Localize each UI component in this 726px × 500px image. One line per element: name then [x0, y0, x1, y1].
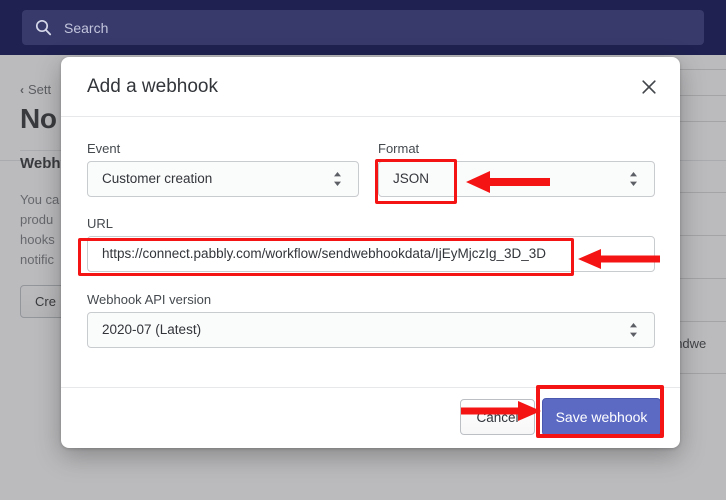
chevron-updown-icon — [333, 171, 342, 187]
top-navigation-bar — [0, 0, 726, 55]
modal-title: Add a webhook — [87, 76, 218, 97]
modal-header: Add a webhook — [61, 57, 680, 117]
format-select[interactable]: JSON — [378, 161, 655, 197]
format-label: Format — [378, 141, 420, 156]
event-select[interactable]: Customer creation — [87, 161, 359, 197]
search-bar[interactable] — [22, 10, 704, 45]
url-label: URL — [87, 216, 114, 231]
close-icon[interactable] — [636, 74, 662, 100]
search-icon — [35, 19, 52, 36]
screen: ‹ Sett No Webh You ca produ hooks notific… — [0, 0, 726, 500]
add-webhook-modal: Add a webhook Event Customer creation Fo… — [61, 57, 680, 448]
api-version-select[interactable]: 2020-07 (Latest) — [87, 312, 655, 348]
event-label: Event — [87, 141, 121, 156]
chevron-updown-icon — [629, 171, 638, 187]
api-version-label: Webhook API version — [87, 292, 212, 307]
modal-footer: Cancel Save webhook — [61, 387, 680, 447]
search-input[interactable] — [62, 10, 692, 45]
chevron-updown-icon — [629, 322, 638, 338]
modal-body: Event Customer creation Format JSON URL … — [61, 117, 680, 387]
save-webhook-button[interactable]: Save webhook — [542, 398, 661, 436]
cancel-button[interactable]: Cancel — [460, 399, 535, 435]
url-input[interactable]: https://connect.pabbly.com/workflow/send… — [87, 236, 655, 272]
